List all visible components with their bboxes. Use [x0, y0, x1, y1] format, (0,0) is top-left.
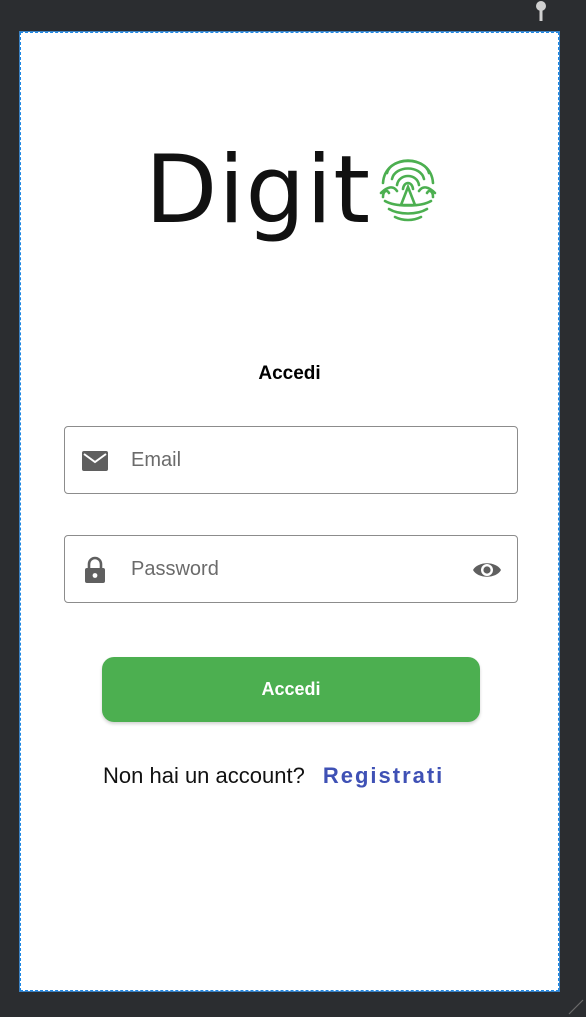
- no-account-text: Non hai un account?: [103, 763, 305, 788]
- app-logo: Digit: [145, 133, 440, 248]
- fingerprint-icon: [379, 159, 437, 222]
- envelope-icon: [82, 451, 108, 471]
- phone-screen: Digit Accedi Email Accedi Non hai un acc…: [19, 31, 560, 992]
- password-field[interactable]: [64, 535, 518, 603]
- eye-icon[interactable]: [471, 556, 503, 584]
- login-heading: Accedi: [258, 363, 321, 384]
- pin-icon[interactable]: [534, 0, 548, 22]
- login-button[interactable]: Accedi: [102, 657, 480, 722]
- register-link[interactable]: Registrati: [323, 763, 444, 788]
- signup-prompt: Non hai un account? Registrati: [103, 761, 483, 791]
- logo-wordmark: Digit: [145, 136, 372, 245]
- resize-grip-icon[interactable]: [568, 999, 584, 1015]
- password-input[interactable]: [131, 536, 451, 602]
- email-input[interactable]: [131, 427, 451, 493]
- email-field[interactable]: [64, 426, 518, 494]
- lock-icon: [85, 556, 105, 583]
